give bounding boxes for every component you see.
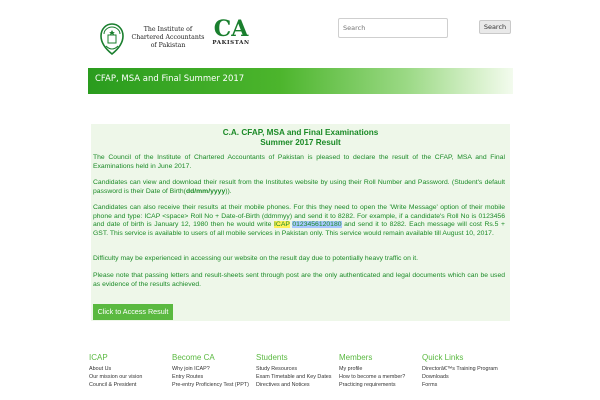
footer-column-students: Students Study Resources Exam Timetable …: [256, 353, 332, 389]
icap-emblem-logo[interactable]: [98, 22, 126, 56]
footer-link[interactable]: How to become a member?: [339, 373, 405, 381]
traffic-notice-paragraph: Difficulty may be experienced in accessi…: [93, 255, 419, 262]
ca-logo-mark: CA: [213, 16, 249, 42]
paragraph-text: )).: [225, 187, 232, 195]
logo-text-line: The Institute of: [143, 26, 193, 33]
access-result-button[interactable]: Click to Access Result: [93, 304, 173, 320]
footer-link[interactable]: About Us: [89, 365, 142, 373]
search-input[interactable]: [338, 18, 448, 38]
announcement-subheading: Summer 2017 Result: [260, 138, 341, 147]
footer-link[interactable]: Council & President: [89, 381, 142, 389]
result-announcement-panel: C.A. CFAP, MSA and Final Examinations Su…: [91, 124, 510, 321]
highlighted-keyword: ICAP: [274, 221, 290, 229]
footer-heading: Members: [339, 353, 373, 362]
footer-link[interactable]: Pre-entry Proficiency Test (PPT): [172, 381, 249, 389]
paragraph-text: Candidates can view and download their r…: [93, 179, 505, 195]
footer-column-quick-links: Quick Links Directorâ€™s Training Progra…: [422, 353, 498, 389]
logo-text-line: Chartered Accountants: [131, 34, 205, 41]
footer-link[interactable]: Why join ICAP?: [172, 365, 249, 373]
site-footer: ICAP About Us Our mission our vision Cou…: [0, 353, 600, 400]
footer-link[interactable]: Practicing requirements: [339, 381, 405, 389]
date-format-text: dd/mm/yyyy: [185, 187, 226, 195]
institute-name-logo-text: The Institute of Chartered Accountants o…: [128, 26, 208, 50]
legal-notice-paragraph: Please note that passing letters and res…: [93, 272, 505, 288]
footer-link[interactable]: Directives and Notices: [256, 381, 332, 389]
page-title-banner: CFAP, MSA and Final Summer 2017: [88, 68, 513, 94]
logo-text-line: of Pakistan: [150, 42, 186, 49]
sms-info-paragraph: Candidates can also receive their result…: [93, 204, 505, 238]
password-info-paragraph: Candidates can view and download their r…: [93, 179, 505, 196]
footer-heading: Become CA: [172, 353, 215, 362]
announcement-paragraph: The Council of the Institute of Chartere…: [93, 154, 505, 170]
footer-link[interactable]: Exam Timetable and Key Dates: [256, 373, 332, 381]
page-title: CFAP, MSA and Final Summer 2017: [95, 74, 245, 84]
footer-column-members: Members My profile How to become a membe…: [339, 353, 405, 389]
footer-link[interactable]: Our mission our vision: [89, 373, 142, 381]
footer-heading: Quick Links: [422, 353, 464, 362]
footer-column-become-ca: Become CA Why join ICAP? Entry Routes Pr…: [172, 353, 249, 389]
search-button[interactable]: Search: [479, 20, 511, 34]
ca-logo-country: PAKISTAN: [212, 40, 250, 46]
footer-heading: Students: [256, 353, 288, 362]
footer-heading: ICAP: [89, 353, 108, 362]
footer-link[interactable]: My profile: [339, 365, 405, 373]
ca-pakistan-logo[interactable]: CA PAKISTAN: [212, 16, 250, 46]
footer-link[interactable]: Study Resources: [256, 365, 332, 373]
footer-link[interactable]: Forms: [422, 381, 498, 389]
site-header: The Institute of Chartered Accountants o…: [0, 0, 600, 66]
announcement-heading: C.A. CFAP, MSA and Final Examinations: [222, 128, 379, 137]
footer-link[interactable]: Directorâ€™s Training Program: [422, 365, 498, 373]
footer-column-icap: ICAP About Us Our mission our vision Cou…: [89, 353, 142, 389]
footer-link[interactable]: Downloads: [422, 373, 498, 381]
footer-link[interactable]: Entry Routes: [172, 373, 249, 381]
highlighted-example-code: 0123456120180: [292, 221, 342, 229]
